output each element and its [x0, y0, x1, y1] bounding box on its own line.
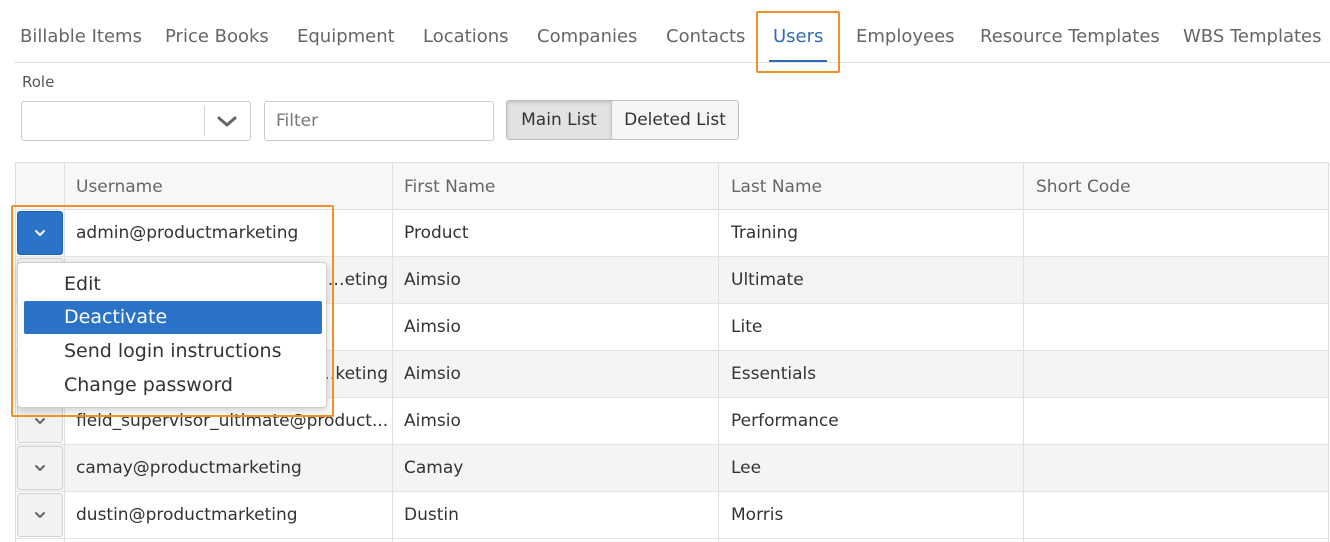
- cell-username: admin@productmarketing: [76, 223, 299, 243]
- cell-first-name: Aimsio: [404, 270, 461, 290]
- cell-last-name: Ultimate: [731, 270, 804, 290]
- tab-contacts[interactable]: Contacts: [666, 26, 745, 47]
- tab-wbs-templates[interactable]: WBS Templates: [1183, 26, 1322, 47]
- cell-first-name: Product: [404, 223, 469, 243]
- column-header-first-name[interactable]: First Name: [404, 177, 495, 197]
- cell-first-name: Aimsio: [404, 411, 461, 431]
- chevron-down-icon: [35, 418, 45, 424]
- chevron-down-icon: [35, 230, 45, 236]
- column-header-short-code[interactable]: Short Code: [1036, 177, 1131, 197]
- tab-billable-items[interactable]: Billable Items: [20, 26, 142, 47]
- table-row[interactable]: admin@productmarketing Product Training: [16, 210, 1328, 257]
- tab-employees[interactable]: Employees: [856, 26, 955, 47]
- menu-item-deactivate[interactable]: Deactivate: [24, 301, 322, 334]
- cell-last-name: Essentials: [731, 364, 817, 384]
- row-action-menu: Edit Deactivate Send login instructions …: [17, 262, 327, 408]
- deleted-list-button[interactable]: Deleted List: [612, 101, 738, 139]
- cell-last-name: Morris: [731, 505, 784, 525]
- tab-price-books[interactable]: Price Books: [165, 26, 269, 47]
- cell-last-name: Performance: [731, 411, 839, 431]
- tab-equipment[interactable]: Equipment: [297, 26, 395, 47]
- row-action-button[interactable]: [17, 211, 63, 255]
- cell-last-name: Training: [731, 223, 799, 243]
- column-divider: [718, 163, 719, 542]
- cell-first-name: Aimsio: [404, 364, 461, 384]
- row-action-button[interactable]: [17, 446, 63, 490]
- column-header-username[interactable]: Username: [76, 177, 163, 197]
- filter-input[interactable]: [264, 101, 494, 141]
- cell-first-name: Aimsio: [404, 317, 461, 337]
- tab-companies[interactable]: Companies: [537, 26, 637, 47]
- list-toggle: Main List Deleted List: [506, 100, 739, 140]
- tab-locations[interactable]: Locations: [423, 26, 509, 47]
- cell-username: field_supervisor_ultimate@product...: [76, 411, 388, 431]
- tab-resource-templates[interactable]: Resource Templates: [980, 26, 1160, 47]
- chevron-down-icon[interactable]: [214, 110, 240, 132]
- users-tab-highlight: [756, 11, 840, 73]
- column-header-last-name[interactable]: Last Name: [731, 177, 822, 197]
- table-row[interactable]: camay@productmarketing Camay Lee: [16, 445, 1328, 492]
- cell-username: camay@productmarketing: [76, 458, 302, 478]
- role-select-divider: [204, 106, 205, 136]
- cell-first-name: Camay: [404, 458, 464, 478]
- column-divider: [392, 163, 393, 542]
- table-row[interactable]: dustin@productmarketing Dustin Morris: [16, 492, 1328, 539]
- menu-item-send-login-instructions[interactable]: Send login instructions: [24, 335, 322, 368]
- cell-username: dustin@productmarketing: [76, 505, 298, 525]
- chevron-down-icon: [35, 465, 45, 471]
- tab-bar: Billable Items Price Books Equipment Loc…: [14, 0, 1330, 63]
- role-select[interactable]: [21, 101, 251, 141]
- cell-last-name: Lite: [731, 317, 763, 337]
- grid-header: Username First Name Last Name Short Code: [16, 163, 1328, 210]
- row-action-button[interactable]: [17, 493, 63, 537]
- menu-item-edit[interactable]: Edit: [24, 268, 322, 301]
- column-divider: [1023, 163, 1024, 542]
- role-label: Role: [22, 73, 55, 91]
- cell-first-name: Dustin: [404, 505, 459, 525]
- menu-item-change-password[interactable]: Change password: [24, 369, 322, 402]
- main-list-button[interactable]: Main List: [507, 101, 612, 139]
- cell-last-name: Lee: [731, 458, 762, 478]
- chevron-down-icon: [35, 512, 45, 518]
